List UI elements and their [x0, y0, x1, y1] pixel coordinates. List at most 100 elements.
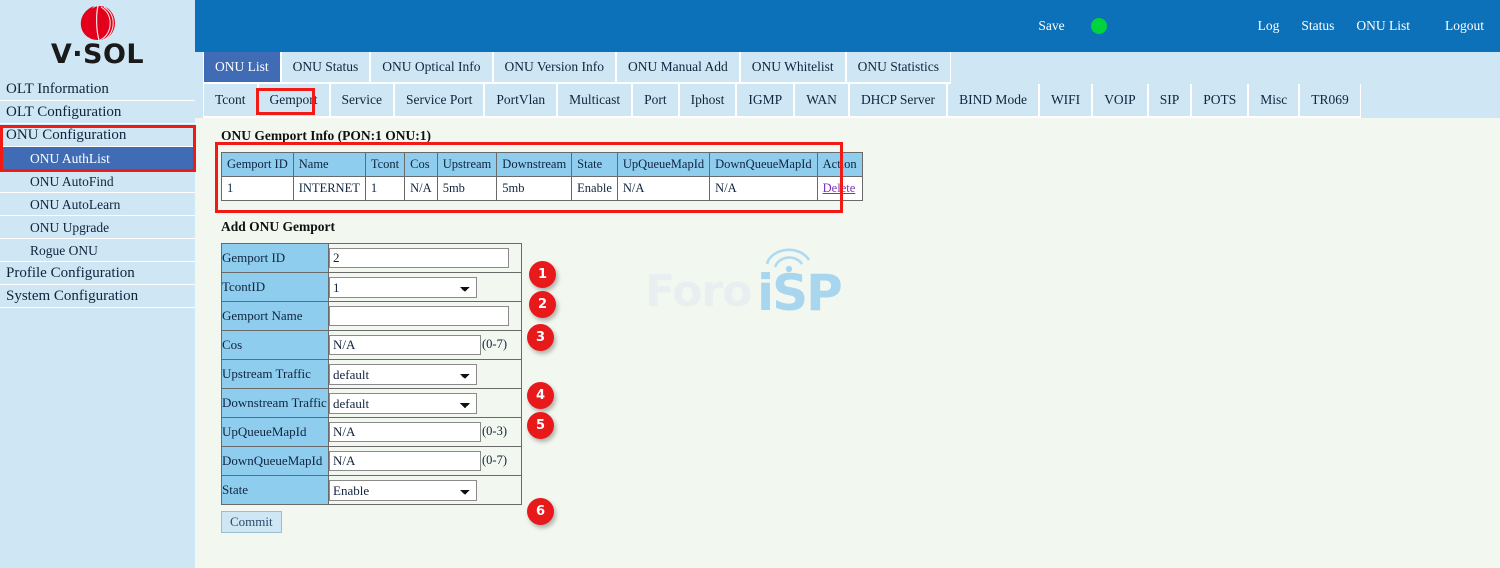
cos-input[interactable]	[329, 335, 481, 355]
sidebar: V·SOL OLT Information OLT Configuration …	[0, 0, 195, 568]
col-downqueuemapid: DownQueueMapId	[710, 153, 818, 177]
label-cos: Cos	[222, 331, 329, 360]
label-state: State	[222, 476, 329, 505]
tab-onu-version-info[interactable]: ONU Version Info	[493, 52, 617, 84]
cell-upstream: 5mb	[437, 177, 497, 201]
save-button[interactable]: Save	[1027, 18, 1090, 34]
tab-igmp[interactable]: IGMP	[736, 84, 794, 118]
form-row-cos: Cos (0-7)	[222, 331, 522, 360]
col-cos: Cos	[405, 153, 438, 177]
tab-onu-manual-add[interactable]: ONU Manual Add	[616, 52, 740, 84]
form-row-downqueuemapid: DownQueueMapId (0-7)	[222, 447, 522, 476]
tab-iphost[interactable]: Iphost	[679, 84, 737, 118]
logout-link[interactable]: Logout	[1421, 18, 1500, 34]
tab-tr069[interactable]: TR069	[1299, 84, 1361, 118]
tab-wifi[interactable]: WIFI	[1039, 84, 1092, 118]
sidebar-item-onu-configuration[interactable]: ONU Configuration	[0, 124, 195, 147]
form-row-state: State Enable	[222, 476, 522, 505]
sidebar-item-rogue-onu[interactable]: Rogue ONU	[0, 239, 195, 262]
main-content: ONU Gemport Info (PON:1 ONU:1) Gemport I…	[195, 118, 1500, 568]
sidebar-item-olt-information[interactable]: OLT Information	[0, 78, 195, 101]
log-link[interactable]: Log	[1247, 18, 1291, 34]
add-gemport-title: Add ONU Gemport	[221, 219, 1500, 235]
sidebar-item-label: System Configuration	[6, 288, 138, 304]
sidebar-item-onu-autofind[interactable]: ONU AutoFind	[0, 170, 195, 193]
badge-1: 1	[529, 261, 556, 288]
tab-voip[interactable]: VOIP	[1092, 84, 1148, 118]
sidebar-item-profile-configuration[interactable]: Profile Configuration	[0, 262, 195, 285]
sidebar-item-system-configuration[interactable]: System Configuration	[0, 285, 195, 308]
status-link[interactable]: Status	[1290, 18, 1345, 34]
sidebar-item-olt-configuration[interactable]: OLT Configuration	[0, 101, 195, 124]
downqueuemapid-range-hint: (0-7)	[482, 453, 507, 467]
sidebar-item-label: ONU Configuration	[6, 127, 126, 143]
tab-wan[interactable]: WAN	[794, 84, 849, 118]
sidebar-item-label: Profile Configuration	[6, 265, 135, 281]
upqueuemapid-range-hint: (0-3)	[482, 424, 507, 438]
tab-portvlan[interactable]: PortVlan	[484, 84, 557, 118]
cell-tcont: 1	[365, 177, 404, 201]
form-row-tcont-id: TcontID 1	[222, 273, 522, 302]
gemport-name-input[interactable]	[329, 306, 509, 326]
col-gemport-id: Gemport ID	[222, 153, 294, 177]
tab-onu-statistics[interactable]: ONU Statistics	[846, 52, 951, 84]
label-tcont-id: TcontID	[222, 273, 329, 302]
tab-bind-mode[interactable]: BIND Mode	[947, 84, 1039, 118]
col-upstream: Upstream	[437, 153, 497, 177]
badge-3: 3	[527, 324, 554, 351]
tcont-id-select[interactable]: 1	[329, 277, 477, 298]
sidebar-item-label: ONU AutoLearn	[30, 197, 120, 212]
primary-tab-bar: ONU List ONU Status ONU Optical Info ONU…	[195, 52, 1500, 84]
badge-5: 5	[527, 412, 554, 439]
downstream-traffic-select[interactable]: default	[329, 393, 477, 414]
label-downqueuemapid: DownQueueMapId	[222, 447, 329, 476]
sidebar-item-onu-autolearn[interactable]: ONU AutoLearn	[0, 193, 195, 216]
label-upstream-traffic: Upstream Traffic	[222, 360, 329, 389]
brand-logo: V·SOL	[0, 0, 195, 78]
tab-onu-whitelist[interactable]: ONU Whitelist	[740, 52, 846, 84]
cell-downqueuemapid: N/A	[710, 177, 818, 201]
cos-range-hint: (0-7)	[482, 337, 507, 351]
cell-cos: N/A	[405, 177, 438, 201]
gemport-id-input[interactable]	[329, 248, 509, 268]
onu-list-link[interactable]: ONU List	[1345, 18, 1421, 34]
cell-state: Enable	[572, 177, 618, 201]
tab-pots[interactable]: POTS	[1191, 84, 1248, 118]
sidebar-item-onu-upgrade[interactable]: ONU Upgrade	[0, 216, 195, 239]
col-action: Action	[817, 153, 862, 177]
sidebar-item-label: ONU AuthList	[30, 151, 110, 166]
form-row-upstream-traffic: Upstream Traffic default	[222, 360, 522, 389]
col-upqueuemapid: UpQueueMapId	[617, 153, 709, 177]
header-links: Save Log Status ONU List Logout	[1027, 0, 1500, 52]
label-gemport-id: Gemport ID	[222, 244, 329, 273]
upqueuemapid-input[interactable]	[329, 422, 481, 442]
tab-sip[interactable]: SIP	[1148, 84, 1192, 118]
cell-upqueuemapid: N/A	[617, 177, 709, 201]
label-downstream-traffic: Downstream Traffic	[222, 389, 329, 418]
tab-onu-status[interactable]: ONU Status	[281, 52, 371, 84]
tab-dhcp-server[interactable]: DHCP Server	[849, 84, 947, 118]
sidebar-item-onu-authlist[interactable]: ONU AuthList	[0, 147, 195, 170]
tab-tcont[interactable]: Tcont	[203, 84, 258, 118]
badge-2: 2	[529, 291, 556, 318]
gemport-info-title: ONU Gemport Info (PON:1 ONU:1)	[221, 128, 1500, 144]
table-row: 1 INTERNET 1 N/A 5mb 5mb Enable N/A N/A …	[222, 177, 863, 201]
sidebar-item-label: ONU Upgrade	[30, 220, 109, 235]
delete-link[interactable]: Delete	[823, 181, 856, 195]
upstream-traffic-select[interactable]: default	[329, 364, 477, 385]
label-gemport-name: Gemport Name	[222, 302, 329, 331]
tab-onu-list[interactable]: ONU List	[203, 52, 281, 84]
tab-gemport[interactable]: Gemport	[258, 84, 330, 118]
tab-service-port[interactable]: Service Port	[394, 84, 484, 118]
col-downstream: Downstream	[497, 153, 572, 177]
cell-gemport-id: 1	[222, 177, 294, 201]
form-row-gemport-name: Gemport Name	[222, 302, 522, 331]
tab-port[interactable]: Port	[632, 84, 679, 118]
tab-misc[interactable]: Misc	[1248, 84, 1299, 118]
tab-service[interactable]: Service	[330, 84, 394, 118]
commit-button[interactable]: Commit	[221, 511, 282, 533]
state-select[interactable]: Enable	[329, 480, 477, 501]
tab-multicast[interactable]: Multicast	[557, 84, 632, 118]
downqueuemapid-input[interactable]	[329, 451, 481, 471]
tab-onu-optical-info[interactable]: ONU Optical Info	[370, 52, 492, 84]
